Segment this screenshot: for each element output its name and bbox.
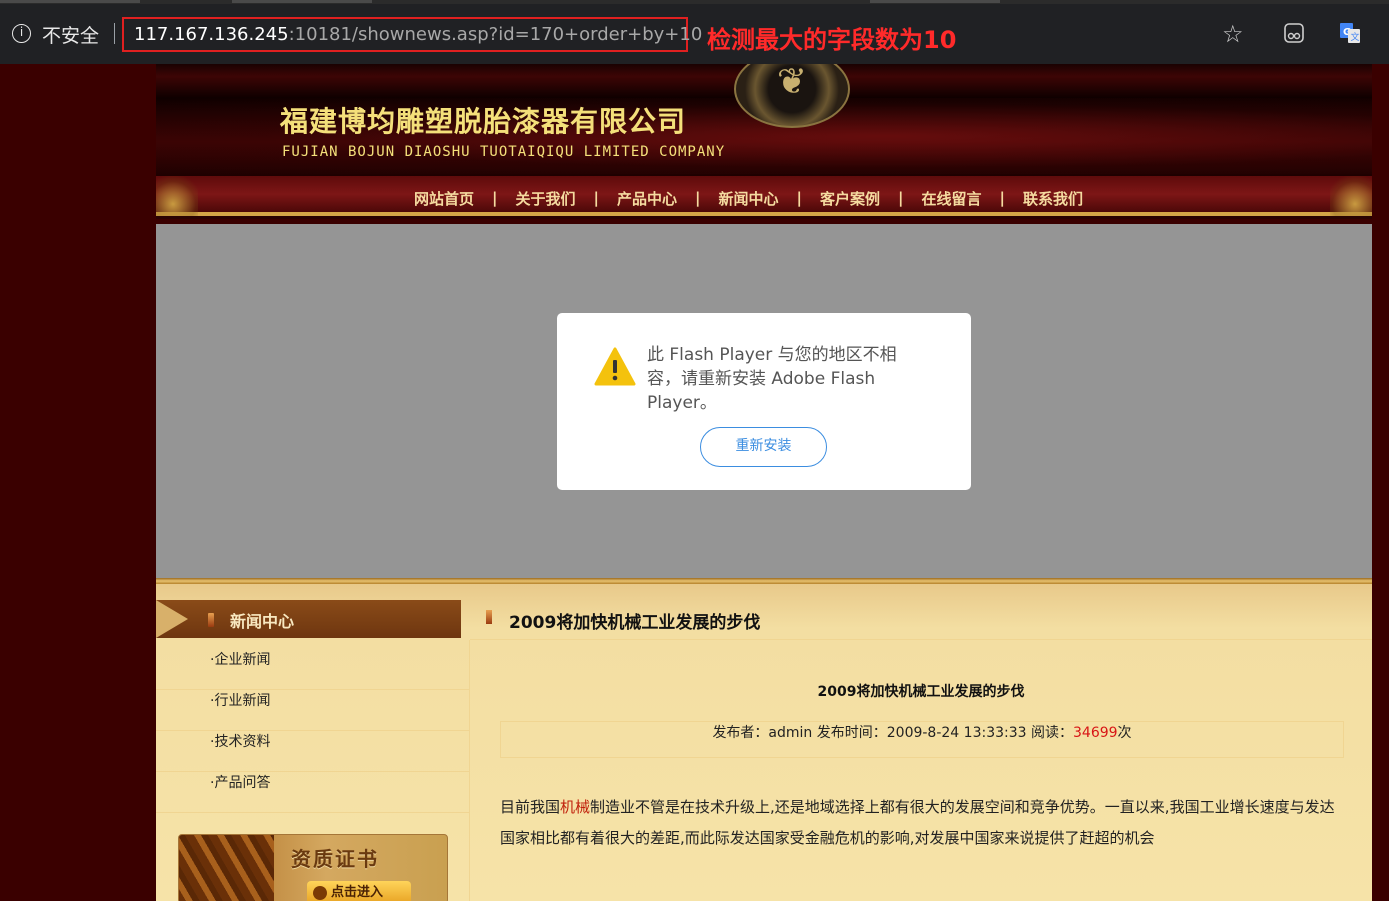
browser-toolbar: i 不安全 117.167.136.245:10181/shownews.asp…: [0, 0, 1389, 64]
sidebar-arrow-icon: [156, 600, 188, 638]
url-host: 117.167.136.245: [134, 24, 289, 45]
sidebar-item-product-qa[interactable]: ·产品问答: [156, 772, 469, 813]
site-info-icon[interactable]: i: [12, 24, 31, 43]
nav-separator: |: [796, 189, 802, 207]
nav-message[interactable]: 在线留言: [922, 188, 982, 209]
meta-suffix: 次: [1117, 725, 1132, 741]
flash-dialog: 此 Flash Player 与您的地区不相容，请重新安装 Adobe Flas…: [557, 313, 971, 490]
nav-about[interactable]: 关于我们: [516, 188, 576, 209]
website: ❦ 福建博均雕塑脱胎漆器有限公司 FUJIAN BOJUN DIAOSHU TU…: [156, 64, 1372, 901]
annotation-text: 检测最大的字段数为10: [707, 26, 957, 54]
address-divider: [114, 23, 115, 44]
svg-text:文: 文: [1351, 31, 1360, 43]
sidebar-list: ·企业新闻 ·行业新闻 ·技术资料 ·产品问答: [156, 649, 469, 813]
article-title: 2009将加快机械工业发展的步伐: [817, 684, 1025, 700]
nav-separator: |: [999, 189, 1005, 207]
nav-separator: |: [695, 189, 701, 207]
sidebar-item-industry-news[interactable]: ·行业新闻: [156, 690, 469, 731]
reading-mode-icon[interactable]: [1283, 22, 1305, 44]
url-path: :10181/shownews.asp?id=170+order+by+10: [288, 24, 703, 45]
hit-count: 34699: [1073, 725, 1118, 741]
security-label[interactable]: 不安全: [42, 21, 99, 48]
flash-message: 此 Flash Player 与您的地区不相容，请重新安装 Adobe Flas…: [647, 345, 897, 413]
sidebar-item-tech-docs[interactable]: ·技术资料: [156, 731, 469, 772]
article-section-header: 2009将加快机械工业发展的步伐: [470, 600, 1372, 640]
sidebar-title: 新闻中心: [230, 612, 295, 631]
url-text[interactable]: 117.167.136.245:10181/shownews.asp?id=17…: [134, 24, 702, 45]
translate-icon[interactable]: G 文: [1339, 22, 1361, 44]
article-body: 目前我国机械制造业不管是在技术升级上,还是地域选择上都有很大的发展空间和竞争优势…: [500, 792, 1346, 854]
article-meta: 发布者：admin 发布时间：2009-8-24 13:33:33 阅读：346…: [500, 721, 1344, 758]
keyword-link[interactable]: 机械: [560, 798, 590, 816]
nav-ornament-left: [156, 176, 198, 216]
nav-ornament-right: [1330, 176, 1372, 216]
bookmark-star-icon[interactable]: ☆: [1222, 20, 1244, 48]
nav-products[interactable]: 产品中心: [617, 188, 677, 209]
content-area: 新闻中心 ·企业新闻 ·行业新闻 ·技术资料 ·产品问答 资质证书 点击进入 2…: [156, 584, 1372, 901]
tab-strip: [0, 0, 1389, 4]
flash-placeholder: 此 Flash Player 与您的地区不相容，请重新安装 Adobe Flas…: [156, 224, 1372, 578]
main-nav: 网站首页 | 关于我们 | 产品中心 | 新闻中心 | 客户案例 | 在线留言 …: [156, 176, 1372, 216]
sidebar-bullet-icon: [208, 613, 214, 627]
warning-icon: [594, 347, 636, 386]
company-name-cn: 福建博均雕塑脱胎漆器有限公司: [280, 105, 687, 138]
nav-cases[interactable]: 客户案例: [820, 188, 880, 209]
nav-news[interactable]: 新闻中心: [719, 188, 779, 209]
certificate-banner[interactable]: 资质证书 点击进入: [178, 834, 448, 901]
nav-separator: |: [492, 189, 498, 207]
body-text-start: 目前我国: [500, 798, 561, 816]
sidebar-item-company-news[interactable]: ·企业新闻: [156, 649, 469, 690]
certificate-enter-button[interactable]: 点击进入: [307, 881, 411, 901]
meta-info: 发布者：admin 发布时间：2009-8-24 13:33:33 阅读：: [712, 725, 1073, 741]
sidebar-header: 新闻中心: [156, 600, 461, 638]
nav-home[interactable]: 网站首页: [414, 188, 474, 209]
section-bullet-icon: [486, 610, 492, 624]
section-title: 2009将加快机械工业发展的步伐: [509, 613, 761, 633]
site-header: ❦ 福建博均雕塑脱胎漆器有限公司 FUJIAN BOJUN DIAOSHU TU…: [156, 64, 1372, 219]
reinstall-button[interactable]: 重新安装: [700, 427, 827, 467]
certificate-title: 资质证书: [291, 847, 379, 871]
carving-image: [179, 835, 274, 901]
body-text-rest: 制造业不管是在技术升级上,还是地域选择上都有很大的发展空间和竞争优势。一直以来,…: [500, 798, 1335, 847]
nav-separator: |: [898, 189, 904, 207]
address-bar[interactable]: 117.167.136.245:10181/shownews.asp?id=17…: [122, 17, 702, 52]
nav-contact[interactable]: 联系我们: [1023, 188, 1083, 209]
nav-separator: |: [593, 189, 599, 207]
company-name-en: FUJIAN BOJUN DIAOSHU TUOTAIQIQU LIMITED …: [282, 144, 726, 160]
